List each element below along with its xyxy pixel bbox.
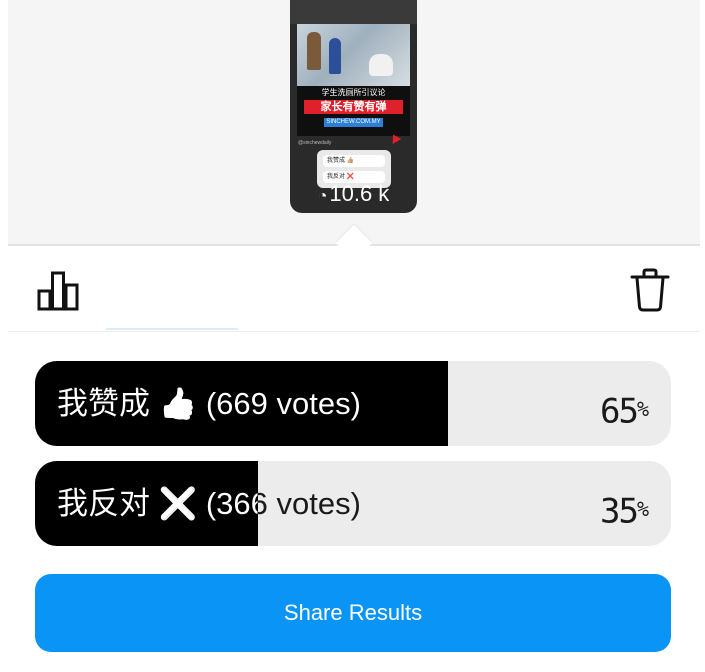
story-thumbnail[interactable]: 学生洗厕所引议论 家长有赞有弹 SINCHEW.COM.MY @sinchewd… — [290, 0, 417, 213]
toolbar-divider — [8, 331, 700, 332]
thumbnail-top-band — [290, 0, 417, 24]
trash-icon[interactable] — [630, 268, 670, 312]
active-tab-indicator — [106, 328, 238, 330]
photo-person-1 — [307, 32, 321, 70]
poll-option-label-2: 我反对 ❌ (366 votes) — [57, 461, 361, 546]
poll-result-option-2: 我反对 ❌ (366 votes) 35% — [35, 461, 671, 546]
percent-number-1: 65 — [600, 391, 639, 432]
view-count: ◔10.6 k — [290, 180, 417, 211]
thumbnail-caption-source: SINCHEW.COM.MY — [324, 118, 383, 127]
bar-chart-icon[interactable] — [37, 271, 79, 311]
share-results-button[interactable]: Share Results — [35, 574, 671, 652]
percent-sign-1: % — [636, 397, 649, 421]
thumbnail-caption-line2: 家长有赞有弹 — [304, 100, 403, 114]
thumbnail-poll-option-1: 我赞成 👍🏼 — [323, 155, 385, 167]
thumbnail-caption-line1: 学生洗厕所引议论 — [321, 88, 386, 97]
poll-option-label-1: 我赞成 👍🏼 (669 votes) — [57, 361, 361, 446]
poll-option-percent-1: 65% — [600, 361, 649, 446]
thumbnail-handle: @sinchewdaily — [298, 140, 332, 146]
view-count-value: 10.6 k — [329, 181, 390, 206]
percent-sign-2: % — [636, 497, 649, 521]
poll-option-percent-2: 35% — [600, 461, 649, 546]
eye-icon: ◔ — [317, 188, 328, 205]
thumbnail-photo — [297, 24, 410, 86]
percent-number-2: 35 — [600, 491, 639, 532]
photo-toilet — [369, 54, 393, 76]
photo-person-2 — [329, 38, 341, 74]
poll-result-option-1: 我赞成 👍🏼 (669 votes) 65% — [35, 361, 671, 446]
